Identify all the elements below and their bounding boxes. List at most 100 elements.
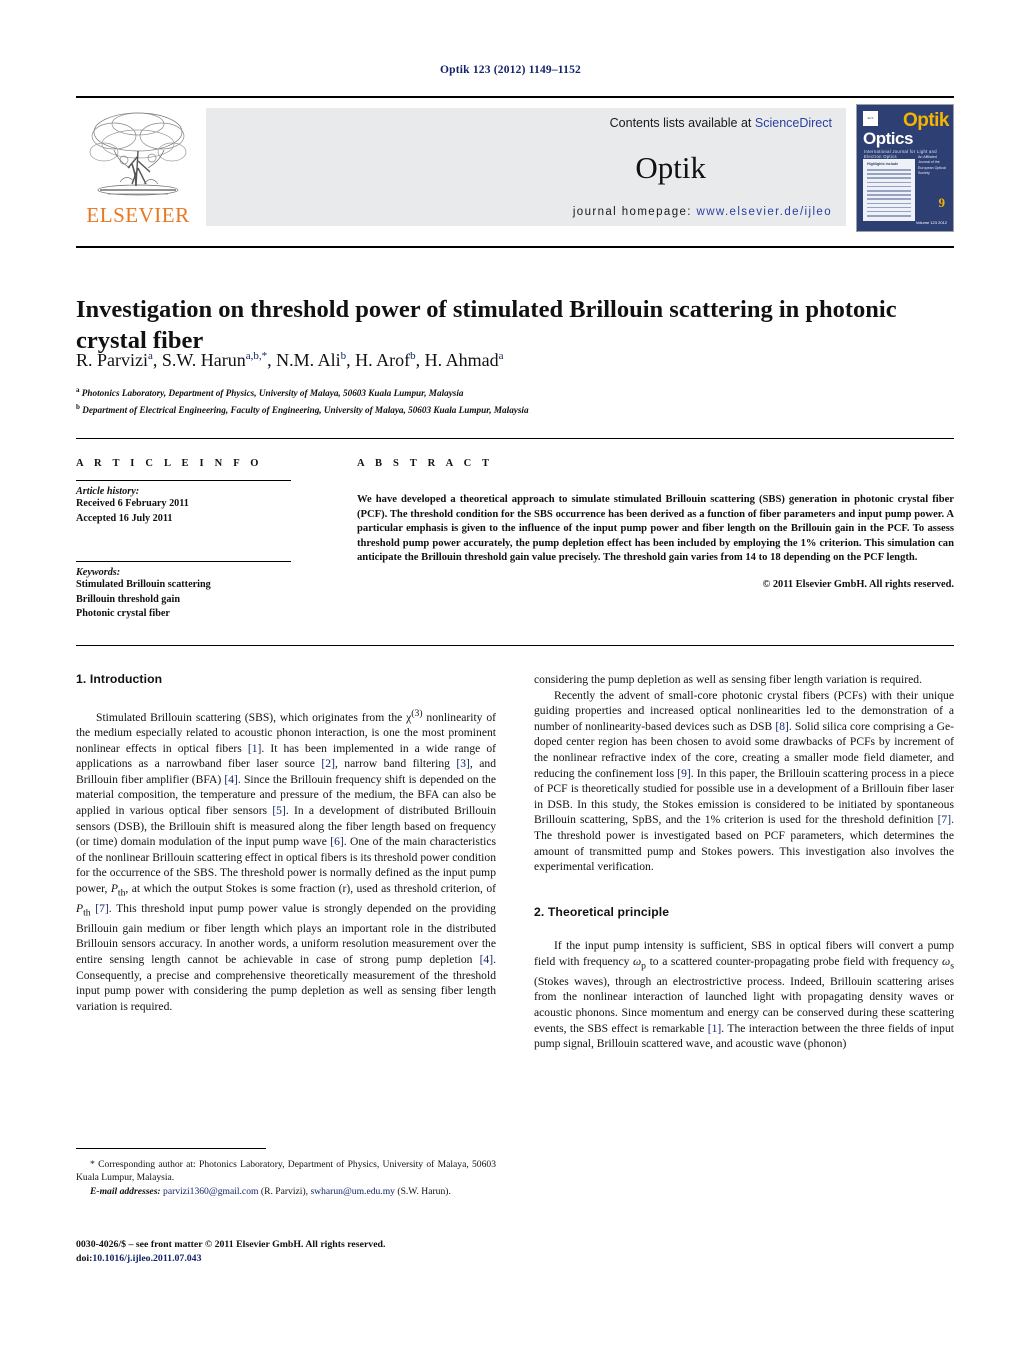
reference-link[interactable]: [3] [456,757,470,770]
reference-link[interactable]: [1] [708,1022,722,1035]
cover-highlights-box: Highlights include [863,159,915,221]
article-history-received: Received 6 February 2011 [76,498,189,509]
email-note: E-mail addresses: parvizi1360@gmail.com … [76,1185,496,1198]
footnote-divider [76,1148,266,1149]
reference-link[interactable]: [8] [775,720,789,733]
affiliation-list: a Photonics Laboratory, Department of Ph… [76,383,948,417]
elsevier-logo: ELSEVIER [80,106,196,228]
text-run: Stimulated Brillouin scattering (SBS), w… [96,710,412,724]
abstract-copyright: © 2011 Elsevier GmbH. All rights reserve… [762,578,954,590]
affiliation-item: a Photonics Laboratory, Department of Ph… [76,383,948,400]
doi-value[interactable]: 10.1016/j.ijleo.2011.07.043 [92,1253,201,1264]
text-run: , at which the output Stokes is some fra… [125,881,496,895]
author-list: R. Parvizia, S.W. Haruna,b,*, N.M. Alib,… [76,350,948,371]
elsevier-tree-icon [89,112,187,196]
cover-issue-line: Volume 123 2012 [915,220,947,226]
journal-homepage-line: journal homepage: www.elsevier.de/ijleo [573,206,832,218]
affiliation-item: b Department of Electrical Engineering, … [76,400,948,417]
affiliation-text: Department of Electrical Engineering, Fa… [82,405,529,416]
paragraph-intro-1: Stimulated Brillouin scattering (SBS), w… [76,706,496,1015]
cover-publisher-mark: ELS [863,111,878,126]
issn-copyright-line: 0030-4026/$ – see front matter © 2011 El… [76,1239,386,1250]
abstract-divider-bottom [76,645,954,646]
author-entry: R. Parvizia [76,350,153,370]
abstract-heading: A B S T R A C T [357,458,494,469]
reference-link[interactable]: [7] [95,902,109,915]
sciencedirect-link[interactable]: ScienceDirect [755,116,832,130]
title-divider [76,246,954,248]
author-marks: a,b,* [245,350,268,362]
author-sep: , [346,350,356,370]
keyword-item: Brillouin threshold gain [76,593,180,605]
cover-volume-number: 9 [938,195,946,210]
author-name: S.W. Harun [161,350,246,370]
keyword-item: Photonic crystal fiber [76,608,170,619]
reference-link[interactable]: [4] [480,953,494,966]
journal-cover-thumbnail[interactable]: ELS Optik Optics International Journal f… [856,104,954,232]
journal-title: Optik [635,150,706,185]
subscript-run: s [950,960,954,972]
imprint-block: 0030-4026/$ – see front matter © 2011 El… [76,1238,516,1266]
reference-link[interactable]: [5] [272,804,286,817]
body-column-left: 1. Introduction Stimulated Brillouin sca… [76,672,496,1014]
email-link[interactable]: parvizi1360@gmail.com [163,1186,258,1197]
email-owner: (R. Parvizi), [260,1185,309,1197]
reference-link[interactable]: [9] [677,767,691,780]
email-owner: (S.W. Harun). [397,1185,451,1197]
affiliation-text: Photonics Laboratory, Department of Phys… [81,388,464,399]
journal-homepage-link[interactable]: www.elsevier.de/ijleo [696,206,832,218]
cover-highlights-heading: Highlights include [867,162,899,166]
math-symbol: ω [942,954,951,968]
homepage-prefix: journal homepage: [572,206,692,218]
math-symbol: P [110,881,118,895]
paragraph-intro-1-continued: considering the pump depletion as well a… [534,672,954,688]
article-info-heading: A R T I C L E I N F O [76,458,263,469]
article-history-label: Article history: [76,486,140,497]
author-marks: a [498,350,504,362]
author-entry: N.M. Alib [276,350,346,370]
text-run: . This threshold input pump power value … [76,901,496,966]
elsevier-wordmark: ELSEVIER [86,203,190,227]
article-first-page: Optik 123 (2012) 1149–1152 ELSEVIER Cont… [0,0,1021,1351]
email-link[interactable]: swharun@um.edu.my [310,1186,395,1197]
doi-label: doi: [76,1253,93,1264]
article-info-block: A R T I C L E I N F O Article history: R… [76,458,301,622]
reference-link[interactable]: [2] [321,757,335,770]
section-heading-introduction: 1. Introduction [76,672,496,688]
email-label: E-mail addresses: [90,1185,161,1197]
author-name: N.M. Ali [276,350,341,370]
paragraph-theory-1: If the input pump intensity is sufficien… [534,938,954,1051]
journal-banner: Contents lists available at ScienceDirec… [206,108,846,226]
text-run: , narrow band filtering [334,757,457,771]
cover-highlights-lines [867,169,911,219]
text-run: to a scattered counter-propagating probe… [646,954,943,968]
cover-side-note-1: An Affiliated Journal of the European Op… [918,155,946,176]
journal-masthead: ELSEVIER Contents lists available at Sci… [76,96,954,232]
running-head: Optik 123 (2012) 1149–1152 [440,64,581,76]
footnote-block: * Corresponding author at: Photonics Lab… [76,1158,496,1198]
contents-available-line: Contents lists available at ScienceDirec… [610,116,832,130]
corresponding-author-note: * Corresponding author at: Photonics Lab… [76,1159,496,1184]
affiliation-mark: a [76,386,80,394]
cover-title-bottom: Optics [863,129,913,148]
doi-line: doi:10.1016/j.ijleo.2011.07.043 [76,1252,516,1266]
paragraph-intro-2: Recently the advent of small-core photon… [534,688,954,875]
body-column-right: considering the pump depletion as well a… [534,672,954,1052]
reference-link[interactable]: [6] [330,835,344,848]
article-info-rule [76,480,291,481]
reference-link[interactable]: [1] [248,742,262,755]
author-sep: , [415,350,425,370]
reference-link[interactable]: [4] [224,773,238,786]
section-number: 1. [76,672,87,686]
keywords-rule [76,561,291,562]
section-title: Introduction [89,672,163,686]
author-name: H. Arof [355,350,411,370]
article-history-accepted: Accepted 16 July 2011 [76,512,173,524]
section-title: Theoretical principle [547,904,670,919]
abstract-text: We have developed a theoretical approach… [357,494,954,564]
reference-link[interactable]: [7] [938,813,952,826]
author-name: H. Ahmad [424,350,499,370]
keyword-item: Stimulated Brillouin scattering [76,579,211,590]
keywords-label: Keywords: [76,567,121,578]
author-sep: , [152,350,162,370]
